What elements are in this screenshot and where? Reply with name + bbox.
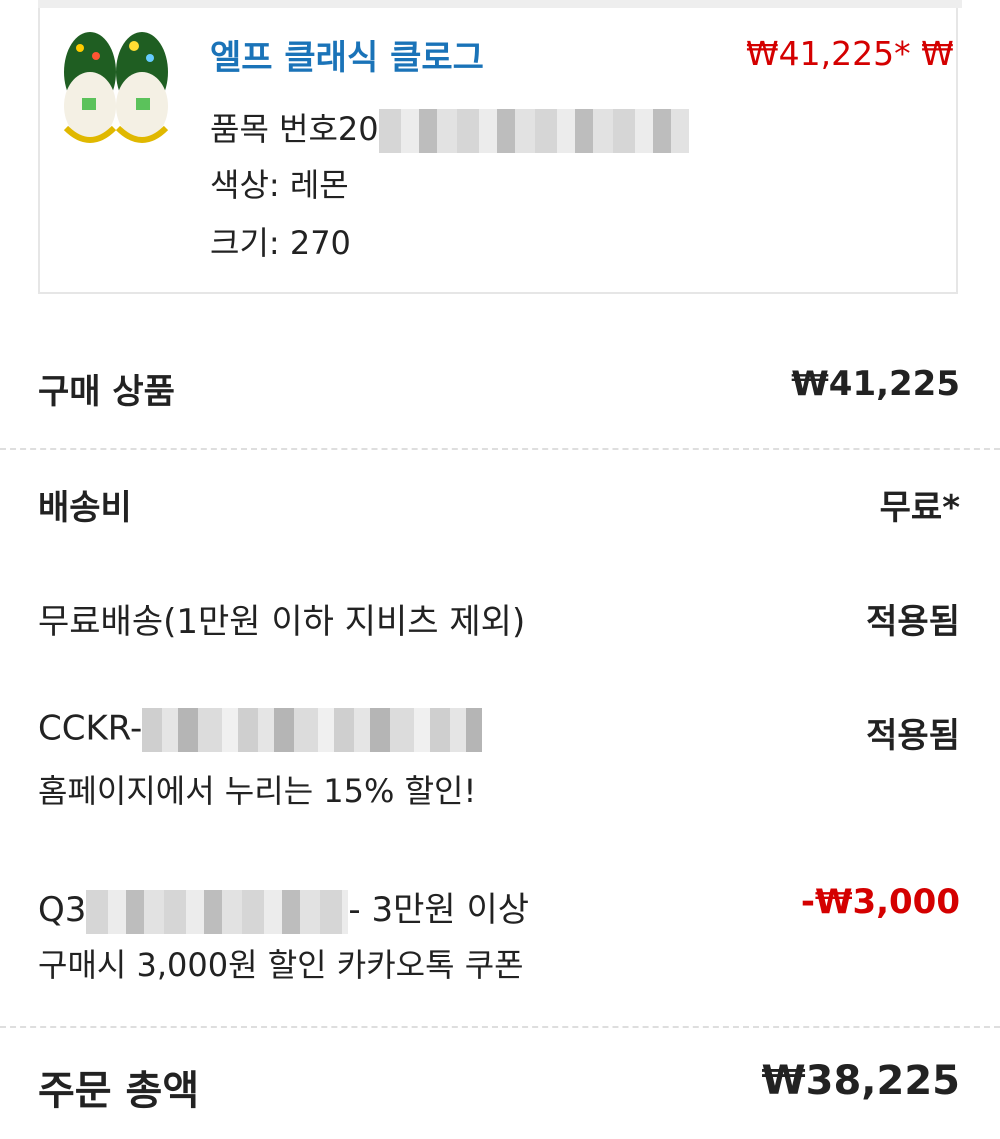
product-thumbnail[interactable] (58, 28, 178, 158)
promo-code-1-prefix: CCKR- (38, 708, 143, 749)
size-info: 크기: 270 (210, 224, 351, 262)
promo-code-2: Q3 - 3만원 이상 (38, 882, 529, 934)
subtotal-value: ₩41,225 (791, 364, 960, 404)
free-shipping-status: 적용됨 (866, 602, 960, 642)
product-card: 엘프 클래식 클로그 ₩41,225* ₩ 품목 번호20 색상: 레몬 크기:… (38, 8, 958, 294)
item-number: 품목 번호20 (210, 104, 689, 153)
shipping-value: 무료* (879, 488, 960, 528)
promo-code-1: CCKR- (38, 708, 483, 752)
order-total-label: 주문 총액 (38, 1068, 200, 1114)
promo-1-description: 홈페이지에서 누리는 15% 할인! (38, 772, 477, 810)
color-info: 색상: 레몬 (210, 166, 349, 204)
promo-1-status: 적용됨 (866, 716, 960, 756)
subtotal-label: 구매 상품 (38, 372, 175, 412)
redacted-item-number (378, 109, 689, 153)
order-total-value: ₩38,225 (761, 1058, 960, 1104)
product-name-link[interactable]: 엘프 클래식 클로그 (210, 30, 484, 79)
shipping-label: 배송비 (38, 488, 132, 528)
promo-code-2-suffix: - 3만원 이상 (348, 890, 530, 930)
product-price: ₩41,225* ₩ (746, 34, 954, 73)
top-divider (38, 0, 962, 8)
promo-2-description: 구매시 3,000원 할인 카카오톡 쿠폰 (38, 946, 524, 984)
redacted-promo-code-1 (142, 708, 483, 752)
promo-code-2-prefix: Q3 (38, 890, 87, 930)
divider (0, 448, 1000, 450)
free-shipping-label: 무료배송(1만원 이하 지비츠 제외) (38, 602, 526, 642)
redacted-promo-code-2 (86, 889, 349, 934)
divider (0, 1026, 1000, 1028)
promo-2-discount: -₩3,000 (800, 882, 960, 922)
item-number-label: 품목 번호20 (210, 110, 379, 148)
